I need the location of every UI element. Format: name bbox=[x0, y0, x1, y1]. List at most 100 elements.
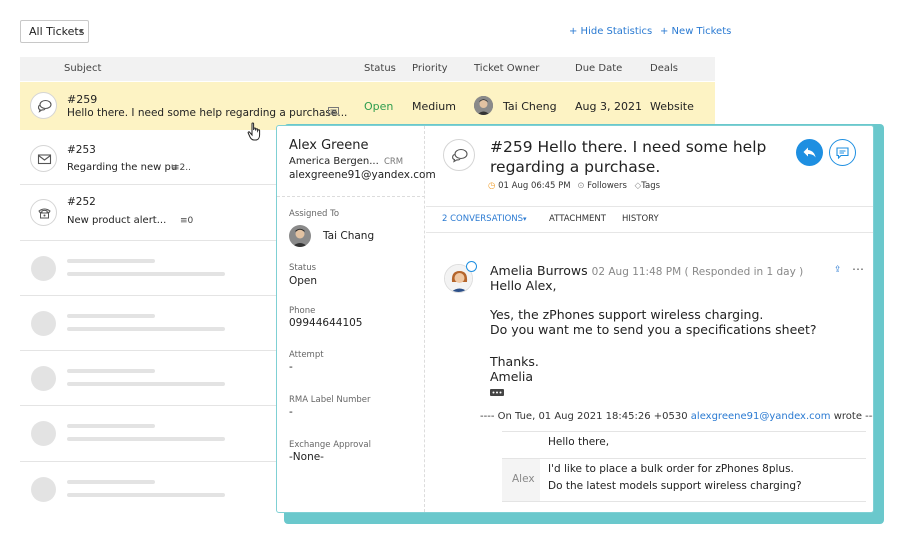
quote-email[interactable]: alexgreene91@yandex.com bbox=[691, 411, 831, 422]
chat-icon bbox=[30, 92, 57, 119]
message-line: Amelia bbox=[490, 369, 534, 384]
contact-email[interactable]: alexgreene91@yandex.com bbox=[289, 169, 436, 181]
tab-attachment[interactable]: ATTACHMENT bbox=[549, 214, 606, 224]
chevron-down-icon: ▾ bbox=[78, 27, 83, 36]
loading-line bbox=[67, 480, 155, 484]
message-meta: 02 Aug 11:48 PM ( Responded in 1 day ) bbox=[591, 266, 804, 278]
column-due-date[interactable]: Due Date bbox=[575, 63, 622, 74]
ticket-subject[interactable]: Hello there. I need some help regarding … bbox=[67, 107, 347, 119]
phone-icon bbox=[30, 199, 57, 226]
loading-line bbox=[67, 382, 225, 386]
message-line: Hello Alex, bbox=[490, 278, 557, 293]
column-ticket-owner[interactable]: Ticket Owner bbox=[474, 63, 539, 74]
assignee-name[interactable]: Tai Chang bbox=[323, 230, 374, 242]
more-options-icon[interactable]: ⋯ bbox=[852, 262, 864, 276]
contact-sidebar: Alex Greene America Bergen... CRM alexgr… bbox=[277, 126, 436, 512]
message-header: Amelia Burrows 02 Aug 11:48 PM ( Respond… bbox=[490, 263, 803, 278]
filter-label: All Tickets bbox=[29, 25, 85, 38]
account-name[interactable]: America Bergen... bbox=[289, 156, 379, 167]
phone-label: Phone bbox=[289, 306, 316, 316]
thread-icon: ≡ bbox=[172, 163, 180, 173]
exchange-approval-label: Exchange Approval bbox=[289, 440, 371, 450]
owner-avatar bbox=[474, 96, 493, 115]
loading-line bbox=[67, 493, 225, 497]
loading-avatar-placeholder bbox=[31, 366, 56, 391]
loading-avatar-placeholder bbox=[31, 477, 56, 502]
loading-line bbox=[67, 369, 155, 373]
column-deals[interactable]: Deals bbox=[650, 63, 678, 74]
due-date: Aug 3, 2021 bbox=[575, 100, 642, 113]
quote-line: Hello there, bbox=[548, 436, 610, 448]
conversation-area: #259 Hello there. I need some help regar… bbox=[426, 126, 873, 512]
reply-draft-icon bbox=[328, 101, 339, 120]
ticket-subject[interactable]: Regarding the new pu bbox=[67, 162, 177, 173]
clock-icon: ◷ bbox=[488, 181, 496, 191]
attempt-value[interactable]: - bbox=[289, 361, 293, 373]
divider bbox=[426, 206, 873, 207]
divider bbox=[502, 501, 866, 502]
ticket-subject[interactable]: New product alert... bbox=[67, 215, 166, 226]
new-tickets-link[interactable]: + New Tickets bbox=[660, 26, 731, 37]
loading-line bbox=[67, 272, 225, 276]
tab-conversations-label: 2 CONVERSATIONS bbox=[442, 214, 524, 224]
status-value[interactable]: Open bbox=[289, 275, 317, 287]
tags-link[interactable]: Tags bbox=[641, 181, 660, 191]
quote-author-cell: Alex bbox=[502, 459, 540, 501]
loading-line bbox=[67, 259, 155, 263]
column-priority[interactable]: Priority bbox=[412, 63, 448, 74]
quote-line: Do the latest models support wireless ch… bbox=[548, 480, 802, 492]
quote-line: I'd like to place a bulk order for zPhon… bbox=[548, 463, 794, 475]
loading-line bbox=[67, 437, 225, 441]
ticket-detail-panel: Alex Greene America Bergen... CRM alexgr… bbox=[276, 125, 874, 513]
divider bbox=[426, 232, 873, 233]
ticket-view-filter[interactable]: All Tickets ▾ bbox=[20, 20, 89, 43]
quote-header-prefix: ---- On Tue, 01 Aug 2021 18:45:26 +0530 bbox=[480, 411, 688, 422]
loading-line bbox=[67, 314, 155, 318]
followers-link[interactable]: Followers bbox=[587, 181, 627, 191]
comment-button[interactable] bbox=[829, 139, 856, 166]
ticket-number[interactable]: #252 bbox=[67, 196, 96, 208]
thread-count: ≡2.. bbox=[172, 163, 191, 173]
reply-button[interactable] bbox=[796, 139, 823, 166]
status-badge: Open bbox=[364, 100, 394, 113]
ticket-number[interactable]: #259 bbox=[67, 93, 97, 106]
divider bbox=[502, 431, 866, 432]
thread-icon: ≡ bbox=[180, 216, 188, 226]
contact-account: America Bergen... CRM bbox=[289, 156, 403, 167]
expand-quoted-icon[interactable] bbox=[490, 389, 504, 396]
table-row[interactable]: #259 Hello there. I need some help regar… bbox=[20, 82, 715, 130]
sender-name[interactable]: Amelia Burrows bbox=[490, 263, 588, 278]
rma-value[interactable]: - bbox=[289, 406, 293, 418]
exchange-approval-value[interactable]: -None- bbox=[289, 451, 324, 463]
thread-count-value: 0 bbox=[187, 216, 194, 226]
deals-value[interactable]: Website bbox=[650, 100, 694, 113]
tab-history[interactable]: HISTORY bbox=[622, 214, 659, 224]
tab-conversations[interactable]: 2 CONVERSATIONS▾ bbox=[442, 214, 527, 224]
table-header: Subject Status Priority Ticket Owner Due… bbox=[20, 57, 715, 81]
chat-channel-icon bbox=[443, 139, 475, 171]
thread-count: ≡0 bbox=[180, 216, 193, 226]
ticket-number[interactable]: #253 bbox=[67, 144, 96, 156]
column-status[interactable]: Status bbox=[364, 63, 396, 74]
owner-name[interactable]: Tai Cheng bbox=[503, 100, 557, 113]
message-line: Do you want me to send you a specificati… bbox=[490, 322, 817, 337]
assignee-avatar bbox=[289, 225, 311, 247]
quote-header: ---- On Tue, 01 Aug 2021 18:45:26 +0530 … bbox=[480, 411, 873, 422]
ticket-meta: ◷ 01 Aug 06:45 PM ⊙ Followers ◇Tags bbox=[488, 181, 660, 191]
assigned-to-label: Assigned To bbox=[289, 209, 340, 219]
rma-label: RMA Label Number bbox=[289, 395, 371, 405]
column-subject[interactable]: Subject bbox=[64, 63, 101, 74]
thread-count-value: 2.. bbox=[179, 163, 191, 173]
loading-avatar-placeholder bbox=[31, 311, 56, 336]
loading-line bbox=[67, 424, 155, 428]
contact-name[interactable]: Alex Greene bbox=[289, 138, 368, 153]
phone-value[interactable]: 09944644105 bbox=[289, 317, 363, 329]
loading-line bbox=[67, 327, 225, 331]
forward-icon[interactable]: ⇪ bbox=[834, 265, 842, 275]
hide-statistics-link[interactable]: + Hide Statistics bbox=[569, 26, 652, 37]
channel-badge-icon bbox=[466, 261, 477, 272]
chevron-down-icon: ▾ bbox=[523, 215, 527, 223]
ticket-title: #259 Hello there. I need some help regar… bbox=[490, 137, 766, 177]
ticket-title-line: #259 Hello there. I need some help bbox=[490, 138, 767, 156]
crm-tag[interactable]: CRM bbox=[384, 157, 403, 167]
